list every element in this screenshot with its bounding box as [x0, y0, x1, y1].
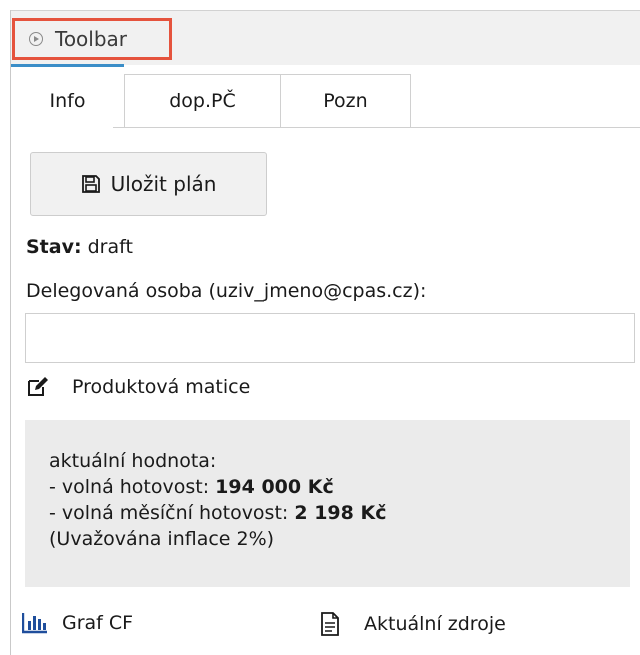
tab-dop-pc-label: dop.PČ	[169, 90, 236, 112]
active-tab-indicator	[11, 64, 124, 67]
delegate-email-input[interactable]	[25, 313, 635, 363]
tab-bar: Info dop.PČ Pozn	[11, 64, 640, 128]
monthly-cash-row: - volná měsíční hotovost: 2 198 Kč	[49, 500, 630, 526]
free-cash-row: - volná hotovost: 194 000 Kč	[49, 474, 630, 500]
tab-pozn-label: Pozn	[323, 90, 368, 112]
product-matrix-label: Produktová matice	[72, 376, 251, 398]
current-sources-label: Aktuální zdroje	[364, 613, 506, 635]
floppy-disk-icon	[81, 175, 100, 193]
play-circle-icon	[29, 32, 43, 46]
status-line: Stav: draft	[26, 236, 133, 258]
current-value-heading: aktuální hodnota:	[49, 450, 217, 472]
cf-chart-link[interactable]: Graf CF	[22, 612, 133, 634]
tab-dop-pc[interactable]: dop.PČ	[124, 74, 281, 128]
tab-strip-divider	[113, 127, 640, 128]
status-label: Stav:	[26, 236, 82, 258]
product-matrix-link[interactable]: Produktová matice	[26, 376, 250, 398]
toolbar-toggle-button[interactable]: Toolbar	[12, 18, 172, 60]
current-value-box: aktuální hodnota: - volná hotovost: 194 …	[25, 420, 630, 587]
status-value: draft	[87, 236, 133, 258]
toolbar-label: Toolbar	[55, 27, 128, 51]
tab-info-label: Info	[49, 90, 86, 112]
bar-chart-icon	[22, 613, 47, 634]
delegate-label: Delegovaná osoba (uziv_jmeno@cpas.cz):	[26, 280, 427, 302]
save-plan-button[interactable]: Uložit plán	[30, 152, 267, 216]
free-cash-value: 194 000 Kč	[215, 476, 334, 498]
monthly-cash-value: 2 198 Kč	[294, 502, 387, 524]
edit-icon	[28, 377, 48, 396]
monthly-cash-label: - volná měsíční hotovost:	[49, 502, 295, 524]
save-plan-label: Uložit plán	[110, 172, 217, 196]
tab-pozn[interactable]: Pozn	[280, 74, 411, 128]
free-cash-label: - volná hotovost:	[49, 476, 216, 498]
cf-chart-label: Graf CF	[62, 612, 134, 634]
tab-info[interactable]: Info	[11, 74, 124, 128]
current-sources-link[interactable]: Aktuální zdroje	[320, 612, 506, 636]
document-icon	[321, 612, 339, 636]
inflation-note: (Uvažována inflace 2%)	[49, 528, 275, 550]
